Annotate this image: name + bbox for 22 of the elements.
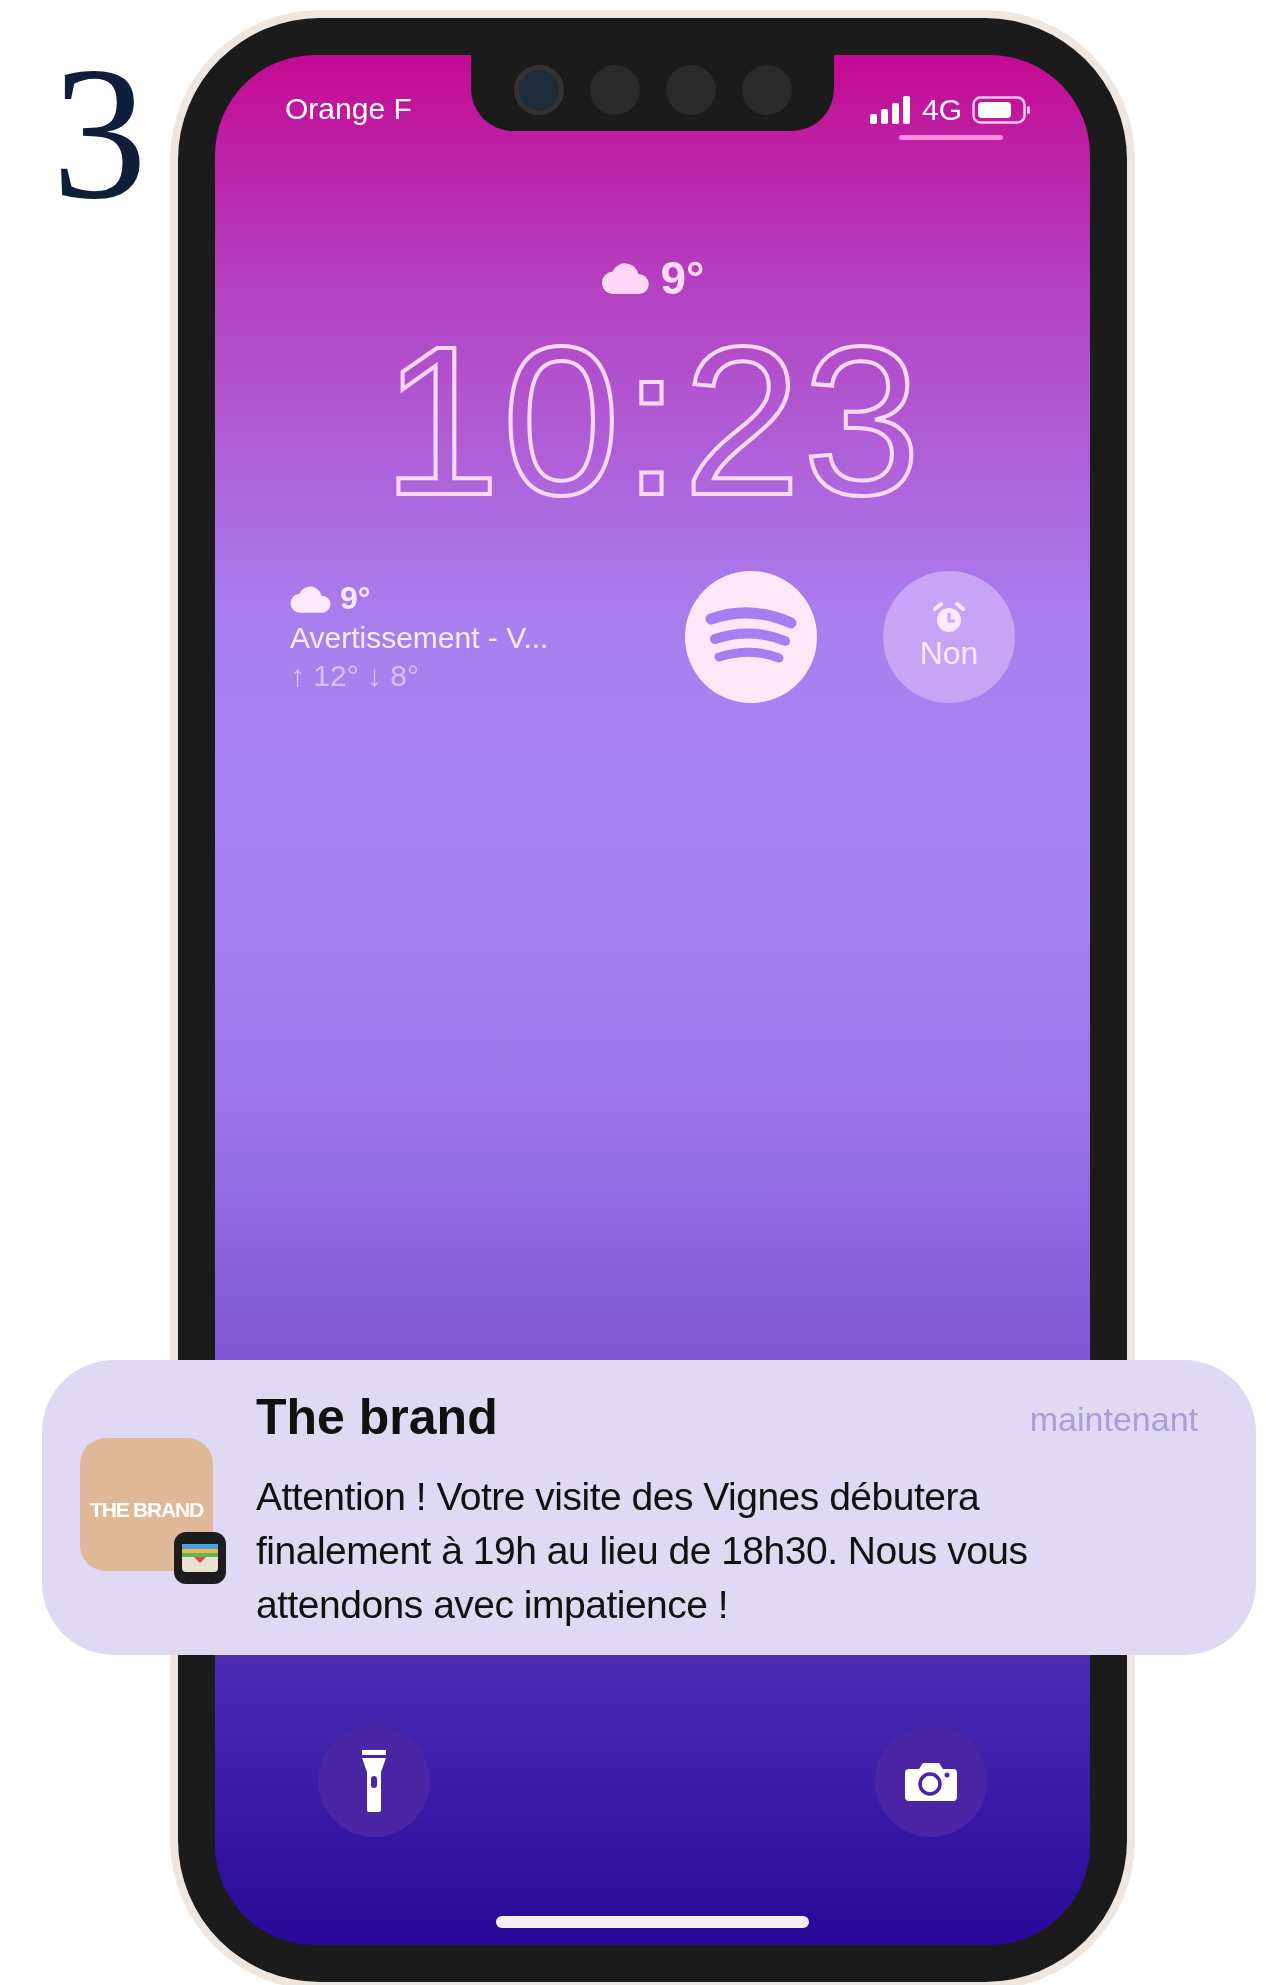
cloud-icon	[600, 262, 651, 294]
page-number: 3	[52, 38, 148, 213]
carrier-name: Orange F	[285, 92, 412, 126]
camera-icon	[905, 1761, 957, 1801]
cloud-icon	[290, 584, 332, 613]
alarm-label: Non	[919, 635, 979, 672]
weather-condition: Avertissement - V...	[290, 621, 550, 655]
notification-card[interactable]: THE BRAND The brand maintenant Attention ! Votre visite des Vignes débutera finalement à 19h au lieu de 18h30. Nous vous attendons avec impatience !	[42, 1360, 1256, 1655]
battery-icon	[972, 95, 1032, 124]
notification-time: maintenant	[1029, 1400, 1198, 1439]
flashlight-icon	[361, 1750, 387, 1812]
notification-message: Attention ! Votre visite des Vignes débutera finalement à 19h au lieu de 18h30. Nous vous attendons avec impatience !	[256, 1474, 1029, 1628]
network-type: 4G	[921, 92, 962, 127]
wallet-icon	[172, 1530, 228, 1586]
clock-time: 10:23	[382, 315, 923, 527]
signal-icon	[869, 95, 912, 124]
widget-temperature: 9°	[340, 580, 371, 617]
logo-text: THE BRAND	[90, 1497, 203, 1522]
alarm-clock-icon	[932, 601, 966, 635]
temperature: 9°	[660, 251, 705, 305]
temperature-range: ↑ 12° ↓ 8°	[290, 659, 421, 693]
notification-title: The brand	[256, 1388, 498, 1446]
